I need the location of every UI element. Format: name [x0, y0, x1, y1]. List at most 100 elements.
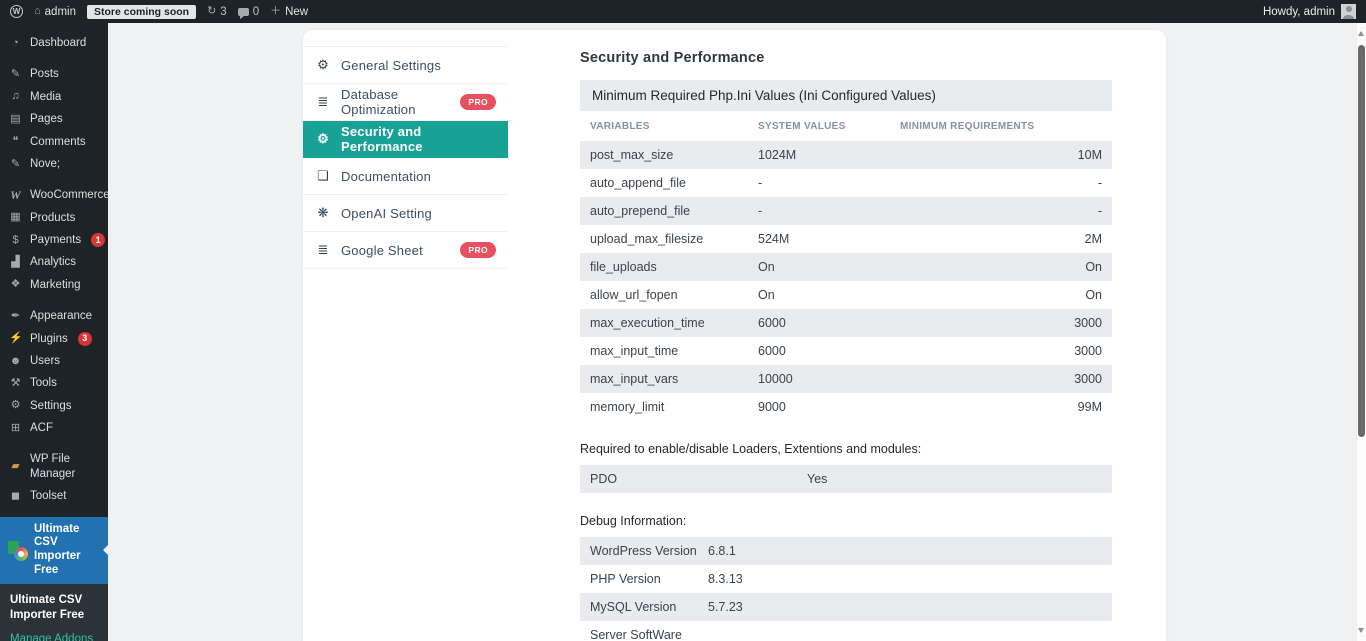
sidebar-item-nove[interactable]: ✎Nove; [0, 153, 108, 175]
row-value: On [758, 260, 900, 274]
new-menu[interactable]: ＋ New [270, 6, 308, 18]
layout: ◔Dashboard ✎ Posts ♫Media▤Pages ❝ Comments ✎No… [0, 23, 1366, 641]
settings-nav-item-google-sheet[interactable]: ≣Google SheetPRO [303, 232, 508, 269]
settings-nav-label: Database Optimization [341, 87, 450, 117]
updates-menu[interactable]: ↻ 3 [207, 6, 227, 18]
scroll-down-arrow-icon[interactable] [1358, 628, 1364, 636]
sidebar-item-marketing[interactable]: ❖Marketing [0, 274, 108, 296]
table-row: post_max_size1024M10M [580, 141, 1112, 169]
row-value: 2M [900, 232, 1102, 246]
settings-main: Security and Performance Minimum Require… [580, 42, 1112, 641]
update-count: 3 [220, 6, 226, 18]
settings-nav-item-openai-setting[interactable]: ❋OpenAI Setting [303, 195, 508, 232]
sidebar-item-label: Appearance [30, 309, 92, 323]
sidebar-item-label: Toolset [30, 489, 66, 503]
comments-icon: ❝ [9, 136, 22, 147]
row-value: 3000 [900, 316, 1102, 330]
row-value: 99M [900, 400, 1102, 414]
row-value [708, 628, 850, 641]
row-label: MySQL Version [590, 600, 708, 614]
row-value: 8.3.13 [708, 572, 850, 586]
scroll-up-arrow-icon[interactable] [1358, 28, 1364, 36]
settings-nav: ⚙General Settings≣Database OptimizationP… [303, 46, 508, 269]
toolset-icon: ◼ [9, 491, 22, 502]
sidebar-item-label: ACF [30, 421, 53, 435]
posts-icon: ✎ [9, 69, 22, 80]
row-value: 6.8.1 [708, 544, 850, 558]
plus-icon: ＋ [270, 6, 281, 17]
table-row: upload_max_filesize524M2M [580, 225, 1112, 253]
documentation-icon: ❏ [315, 168, 331, 184]
sidebar-item-woocommerce[interactable]: WWooCommerce [0, 184, 108, 206]
sidebar-item-appearance[interactable]: ✒Appearance [0, 305, 108, 327]
dashboard-icon: ◔ [9, 38, 22, 49]
row-value: On [900, 288, 1102, 302]
sidebar-item-ultimate-csv-importer-free[interactable]: Ultimate CSV Importer Free [0, 517, 108, 584]
table-row: max_input_time60003000 [580, 337, 1112, 365]
sidebar-item-label: Analytics [30, 255, 76, 269]
updates-icon: ↻ [207, 6, 216, 17]
products-icon: ▦ [9, 212, 22, 223]
table-row: file_uploadsOnOn [580, 253, 1112, 281]
admin-bar: W ⌂ admin Store coming soon ↻ 3 0 ＋ New … [0, 0, 1366, 23]
table-row: max_execution_time60003000 [580, 309, 1112, 337]
table-row: memory_limit900099M [580, 393, 1112, 421]
scrollbar[interactable] [1356, 23, 1366, 641]
plugins-icon: ⚡ [9, 333, 22, 344]
sidebar-item-posts[interactable]: ✎ Posts [0, 63, 108, 85]
row-label: max_input_vars [590, 372, 758, 386]
sidebar-item-media[interactable]: ♫Media [0, 86, 108, 108]
sidebar-item-dashboard[interactable]: ◔Dashboard [0, 32, 108, 54]
sidebar-item-users[interactable]: ☻Users [0, 350, 108, 372]
sidebar-item-plugins[interactable]: ⚡Plugins3 [0, 328, 108, 350]
sidebar-item-toolset[interactable]: ◼ Toolset [0, 485, 108, 507]
ini-column-headers: VARIABLESSYSTEM VALUESMINIMUM REQUIREMEN… [580, 111, 1112, 141]
account-menu[interactable]: Howdy, admin [1263, 4, 1356, 19]
settings-nav-item-documentation[interactable]: ❏Documentation [303, 158, 508, 195]
table-row: WordPress Version6.8.1 [580, 537, 1112, 565]
site-menu[interactable]: ⌂ admin [34, 6, 76, 18]
row-value: 3000 [900, 344, 1102, 358]
settings-nav-item-general-settings[interactable]: ⚙General Settings [303, 47, 508, 84]
row-label: post_max_size [590, 148, 758, 162]
sidebar-item-products[interactable]: ▦Products [0, 207, 108, 229]
sidebar-submenu: Ultimate CSV Importer Free Manage Addons [0, 584, 108, 641]
row-label: PHP Version [590, 572, 708, 586]
sidebar-item-pages[interactable]: ▤Pages [0, 108, 108, 130]
table-row: PHP Version8.3.13 [580, 565, 1112, 593]
row-label: auto_prepend_file [590, 204, 758, 218]
debug-table: WordPress Version6.8.1PHP Version8.3.13M… [580, 537, 1112, 641]
settings-nav-item-security-and-performance[interactable]: ⚙Security and Performance [303, 121, 508, 158]
sidebar-item-settings[interactable]: ⚙Settings [0, 395, 108, 417]
settings-nav-item-database-optimization[interactable]: ≣Database OptimizationPRO [303, 84, 508, 121]
submenu-item-ultimate-csv-importer-free[interactable]: Ultimate CSV Importer Free [10, 593, 98, 624]
wp-file-manager-icon: ▰ [9, 461, 22, 472]
row-value: 1024M [758, 148, 900, 162]
analytics-icon: ▟ [9, 257, 22, 268]
sidebar-item-label: Pages [30, 112, 63, 126]
sidebar-item-comments[interactable]: ❝ Comments [0, 131, 108, 153]
table-row: auto_prepend_file-- [580, 197, 1112, 225]
row-value: 10M [900, 148, 1102, 162]
row-value: Yes [807, 472, 949, 486]
scrollbar-thumb[interactable] [1358, 45, 1365, 437]
sidebar-item-label: Nove; [30, 157, 60, 171]
pro-badge: PRO [460, 94, 496, 110]
sidebar-item-label: Ultimate CSV Importer Free [34, 523, 96, 578]
sidebar-item-payments[interactable]: $Payments1 [0, 229, 108, 251]
sidebar-item-acf[interactable]: ⊞ACF [0, 417, 108, 439]
submenu-item-manage-addons[interactable]: Manage Addons [10, 633, 98, 641]
sidebar-item-tools[interactable]: ⚒Tools [0, 372, 108, 394]
active-item-arrow-icon [98, 545, 108, 555]
sidebar-item-analytics[interactable]: ▟ Analytics [0, 251, 108, 273]
sidebar-item-label: Posts [30, 67, 59, 81]
store-coming-soon-badge[interactable]: Store coming soon [87, 5, 196, 19]
sidebar-item-wp-file-manager[interactable]: ▰WP File Manager [0, 448, 108, 485]
row-label: Server SoftWare [590, 628, 708, 641]
comments-menu[interactable]: 0 [238, 6, 259, 18]
wordpress-logo-icon[interactable]: W [10, 5, 23, 18]
plugin-settings-card: ⚙General Settings≣Database OptimizationP… [303, 30, 1166, 641]
sidebar-item-label: Comments [30, 135, 86, 149]
sidebar-item-label: Payments [30, 233, 81, 247]
sidebar-item-label: Users [30, 354, 60, 368]
